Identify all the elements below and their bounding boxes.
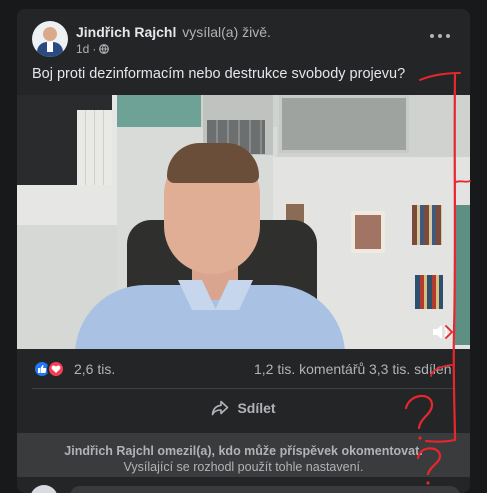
- notice-title: Jindřich Rajchl omezil(a), kdo může přís…: [64, 444, 423, 458]
- share-button[interactable]: Sdílet: [32, 392, 455, 424]
- reactions-bar: 2,6 tis. 1,2 tis. komentářů 3,3 tis. sdí…: [17, 355, 470, 385]
- share-icon: [212, 400, 229, 416]
- post-text: Boj proti dezinformacím nebo destrukce s…: [32, 66, 406, 82]
- notice-subtitle: Vysílající se rozhodl použít tohle nasta…: [123, 460, 364, 474]
- reaction-icons[interactable]: [33, 360, 69, 378]
- post-time[interactable]: 1d: [76, 42, 89, 56]
- comment-count[interactable]: 1,2 tis. komentářů: [254, 361, 365, 377]
- post-card: Jindřich Rajchl vysílal(a) živě. 1d · Bo…: [17, 9, 470, 493]
- video-player[interactable]: [17, 95, 470, 349]
- share-label: Sdílet: [237, 400, 276, 416]
- reaction-count[interactable]: 2,6 tis.: [74, 361, 115, 377]
- post-action-text: vysílal(a) živě.: [182, 24, 271, 40]
- comment-restriction-notice: Jindřich Rajchl omezil(a), kdo může přís…: [17, 433, 470, 477]
- post-header: Jindřich Rajchl vysílal(a) živě. 1d ·: [17, 9, 470, 63]
- post-meta: 1d ·: [76, 42, 110, 56]
- divider: [32, 388, 455, 389]
- globe-icon: [99, 44, 110, 54]
- heart-icon: [47, 360, 65, 378]
- share-count[interactable]: 3,3 tis. sdílen: [369, 361, 452, 377]
- author-line: Jindřich Rajchl vysílal(a) živě.: [76, 24, 271, 40]
- comment-input-peek: [70, 486, 460, 493]
- more-options-icon[interactable]: [430, 29, 450, 43]
- author-name[interactable]: Jindřich Rajchl: [76, 24, 176, 40]
- avatar[interactable]: [32, 21, 68, 57]
- volume-icon[interactable]: [431, 323, 451, 341]
